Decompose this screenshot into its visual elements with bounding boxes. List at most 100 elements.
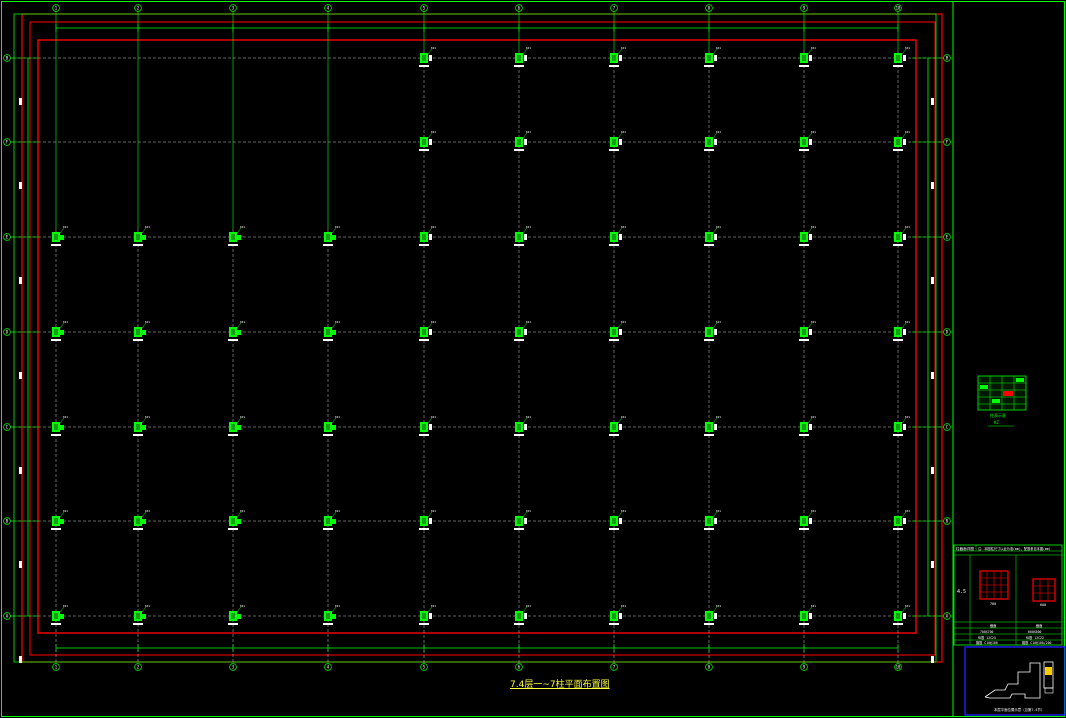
column-bracket <box>332 235 336 240</box>
column-side-tag <box>903 613 906 619</box>
column-bracket <box>237 614 241 619</box>
column-dim-mark <box>893 149 903 151</box>
structural-column: KZ1 <box>609 509 626 530</box>
grid-bubble: 4 <box>324 4 332 12</box>
structural-column: KZ1 <box>893 320 910 341</box>
column-side-tag <box>809 424 812 430</box>
structural-column: KZ1 <box>133 415 150 436</box>
structural-column: KZ1 <box>51 320 68 341</box>
column-tag: KZ1 <box>905 130 910 134</box>
column-side-tag <box>429 424 432 430</box>
column-core <box>612 329 616 335</box>
column-tag: KZ1 <box>716 225 721 229</box>
column-dim-mark <box>704 244 714 246</box>
column-side-tag <box>524 613 527 619</box>
column-tag: KZ1 <box>621 130 626 134</box>
column-side-tag <box>714 329 717 335</box>
column-dim-mark <box>419 623 429 625</box>
column-side-tag <box>619 139 622 145</box>
structural-column: KZ1 <box>133 320 150 341</box>
column-dim-mark <box>609 244 619 246</box>
grid-bubble: B <box>3 517 11 525</box>
detail-cell: 纵筋 12C22 <box>1026 635 1044 640</box>
dim-text-mark <box>19 656 22 663</box>
structural-column: KZ1 <box>893 46 910 67</box>
column-detail-table: 柱截面详图 注：本图柱尺寸以此为准(mm)，配筋参见本图(mm) 4.5 700… <box>953 544 1063 646</box>
structural-column: KZ1 <box>419 225 436 246</box>
column-side-tag <box>524 55 527 61</box>
column-dim-mark <box>228 528 238 530</box>
column-tag: KZ1 <box>716 320 721 324</box>
column-core <box>231 518 235 524</box>
column-side-tag <box>429 613 432 619</box>
column-tag: KZ1 <box>63 225 68 229</box>
column-side-tag <box>714 139 717 145</box>
column-dim-mark <box>323 623 333 625</box>
column-dim-mark <box>514 65 524 67</box>
structural-column: KZ1 <box>323 320 340 341</box>
column-core <box>231 329 235 335</box>
column-core <box>54 518 58 524</box>
column-dim-mark <box>893 339 903 341</box>
column-tag: KZ1 <box>811 604 816 608</box>
column-tag: KZ1 <box>905 509 910 513</box>
column-bracket <box>332 425 336 430</box>
column-side-tag <box>809 518 812 524</box>
dimension-ticks <box>19 24 934 663</box>
column-tag: KZ1 <box>240 415 245 419</box>
column-dim-mark <box>51 528 61 530</box>
column-side-tag <box>429 329 432 335</box>
grid-lines <box>8 10 944 666</box>
detail-header-left: 柱截面详图 <box>956 546 974 551</box>
dim-text-mark <box>19 277 22 284</box>
column-core <box>896 518 900 524</box>
structural-column: KZ1 <box>799 415 816 436</box>
column-side-tag <box>619 518 622 524</box>
column-dim-mark <box>893 65 903 67</box>
structural-column: KZ1 <box>51 604 68 625</box>
column-core <box>896 613 900 619</box>
column-core <box>517 234 521 240</box>
column-core <box>326 234 330 240</box>
column-tag: KZ1 <box>905 320 910 324</box>
detail-cell: 截面 <box>1036 623 1042 628</box>
column-dim-mark <box>133 339 143 341</box>
column-core <box>707 518 711 524</box>
column-core <box>136 424 140 430</box>
grid-bubble: E <box>943 233 951 241</box>
structural-column: KZ1 <box>419 415 436 436</box>
column-bracket <box>237 330 241 335</box>
column-tag: KZ1 <box>240 509 245 513</box>
column-dim-mark <box>799 528 809 530</box>
column-tag: KZ1 <box>335 320 340 324</box>
column-dim-mark <box>609 434 619 436</box>
column-side-tag <box>524 234 527 240</box>
column-core <box>517 424 521 430</box>
column-core <box>422 139 426 145</box>
column-dim-mark <box>323 244 333 246</box>
column-tag: KZ1 <box>63 320 68 324</box>
structural-column: KZ1 <box>133 604 150 625</box>
grid-bubble: D <box>943 328 951 336</box>
column-tag: KZ1 <box>716 509 721 513</box>
column-dim-mark <box>419 149 429 151</box>
column-side-tag <box>619 613 622 619</box>
column-core <box>896 55 900 61</box>
column-core <box>136 329 140 335</box>
structural-column: KZ1 <box>51 509 68 530</box>
column-core <box>136 613 140 619</box>
column-tag: KZ1 <box>526 225 531 229</box>
column-bracket <box>142 425 146 430</box>
column-bracket <box>237 519 241 524</box>
column-dim-mark <box>799 339 809 341</box>
column-side-tag <box>903 55 906 61</box>
column-core <box>896 139 900 145</box>
grid-bubble: 6 <box>515 663 523 671</box>
column-core <box>517 329 521 335</box>
structural-column: KZ1 <box>228 225 245 246</box>
column-side-tag <box>524 329 527 335</box>
column-tag: KZ1 <box>811 509 816 513</box>
column-tag: KZ1 <box>526 320 531 324</box>
column-dim-mark <box>133 434 143 436</box>
grid-bubble: 7 <box>610 663 618 671</box>
